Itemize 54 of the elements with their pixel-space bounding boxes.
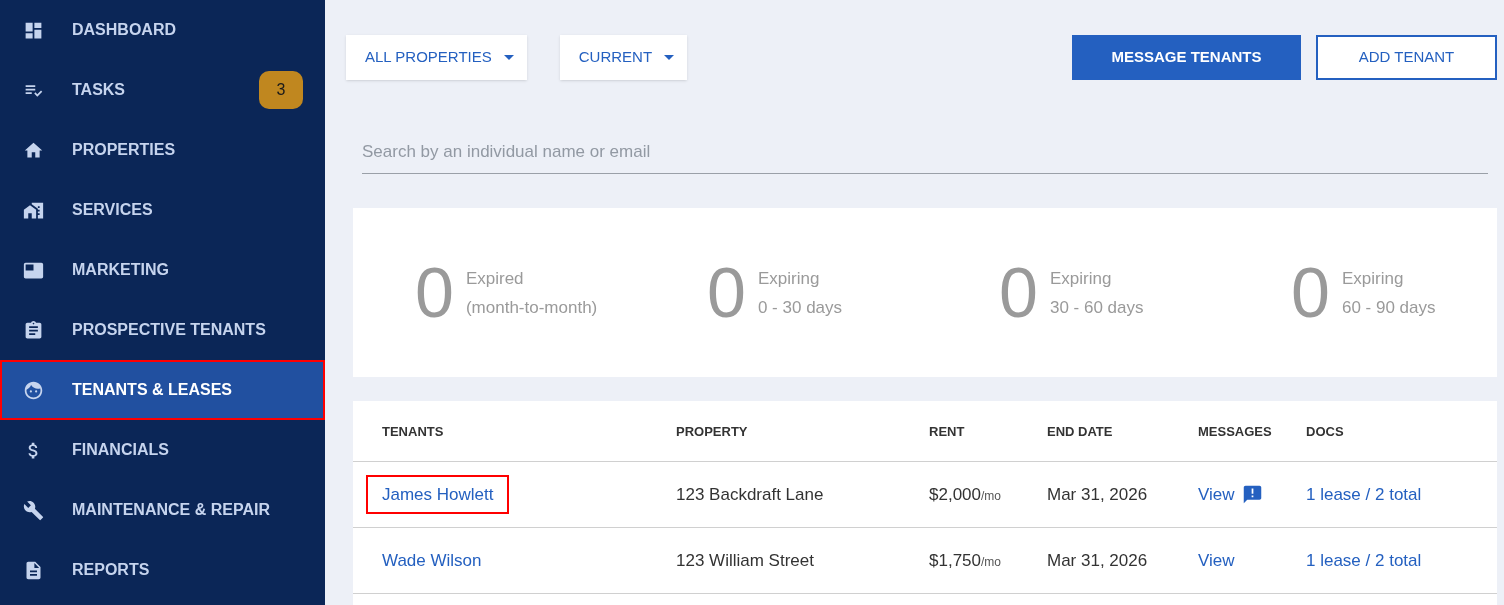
filter-dropdown[interactable]: ALL PROPERTIES	[346, 35, 527, 80]
stat-label: Expiring	[1049, 267, 1113, 290]
stat-count: 0	[415, 257, 454, 328]
property-cell: 123 William Street	[676, 550, 814, 570]
stat-count: 0	[1291, 257, 1330, 328]
view-link[interactable]: View	[1198, 547, 1235, 574]
rent-cell-text: $1,750	[929, 549, 981, 572]
column-header: RENT	[929, 424, 965, 439]
stat-range: 30 - 60 days	[1049, 296, 1144, 319]
sidebar-item[interactable]: MAINTENANCE & REPAIR	[0, 480, 325, 540]
sidebar-item[interactable]: SERVICES	[0, 180, 325, 240]
stat-range: 60 - 90 days	[1341, 296, 1436, 319]
view-link[interactable]: View	[1198, 481, 1235, 508]
tenant-link[interactable]: Wade Wilson	[366, 540, 498, 581]
stat-count: 0	[707, 257, 746, 328]
caret-icon	[503, 55, 514, 60]
column-header: MESSAGES	[1198, 424, 1272, 439]
docs-link[interactable]: 1 lease / 2 total	[1306, 550, 1422, 570]
date-cell: Mar 31, 2026	[1047, 484, 1148, 504]
column-header: DOCS	[1306, 424, 1344, 439]
stat-label: Expiring	[757, 267, 821, 290]
column-header: END DATE	[1047, 424, 1113, 439]
sidebar-item[interactable]: DASHBOARD	[0, 0, 325, 60]
rent-unit: /mo	[981, 553, 1001, 571]
stat-range: 0 - 30 days	[757, 296, 843, 319]
sidebar-item[interactable]: REPORTS	[0, 540, 325, 600]
caret-icon	[664, 55, 675, 60]
docs-link[interactable]: 1 lease / 2 total	[1306, 484, 1422, 504]
face-icon	[23, 379, 44, 401]
date-cell: Mar 31, 2026	[1047, 550, 1148, 570]
wrench-icon	[23, 499, 44, 521]
stat-label: Expired	[465, 267, 525, 290]
document-icon	[23, 559, 44, 581]
column-header: PROPERTY	[676, 424, 748, 439]
tenant-link[interactable]: James Howlett	[366, 474, 510, 515]
stat-label: Expiring	[1341, 267, 1405, 290]
message-button[interactable]: MESSAGE TENANTS	[1072, 35, 1301, 80]
sidebar-item[interactable]: PROPERTIES	[0, 120, 325, 180]
sidebar-item[interactable]: PROSPECTIVE TENANTS	[0, 300, 325, 360]
clipboard-icon	[23, 319, 44, 341]
sidebar-item[interactable]: TASKS 3	[0, 60, 325, 120]
rent-cell-text: $2,000	[929, 483, 981, 506]
sidebar-item[interactable]: FINANCIALS	[0, 420, 325, 480]
search-field[interactable]: Search by an individual name or email	[362, 130, 1488, 174]
column-header: TENANTS	[382, 424, 444, 439]
property-cell: 123 Backdraft Lane	[676, 484, 824, 504]
count-badge: 3	[259, 71, 303, 109]
stat-range: (month-to-month)	[465, 296, 598, 319]
filter-dropdown[interactable]: CURRENT	[559, 35, 688, 80]
sidebar-item[interactable]: MARKETING	[0, 240, 325, 300]
stat-count: 0	[999, 257, 1038, 328]
rent-unit: /mo	[981, 487, 1001, 505]
add-button[interactable]: ADD TENANT	[1316, 35, 1497, 80]
sidebar-item[interactable]: TENANTS & LEASES	[0, 360, 325, 420]
